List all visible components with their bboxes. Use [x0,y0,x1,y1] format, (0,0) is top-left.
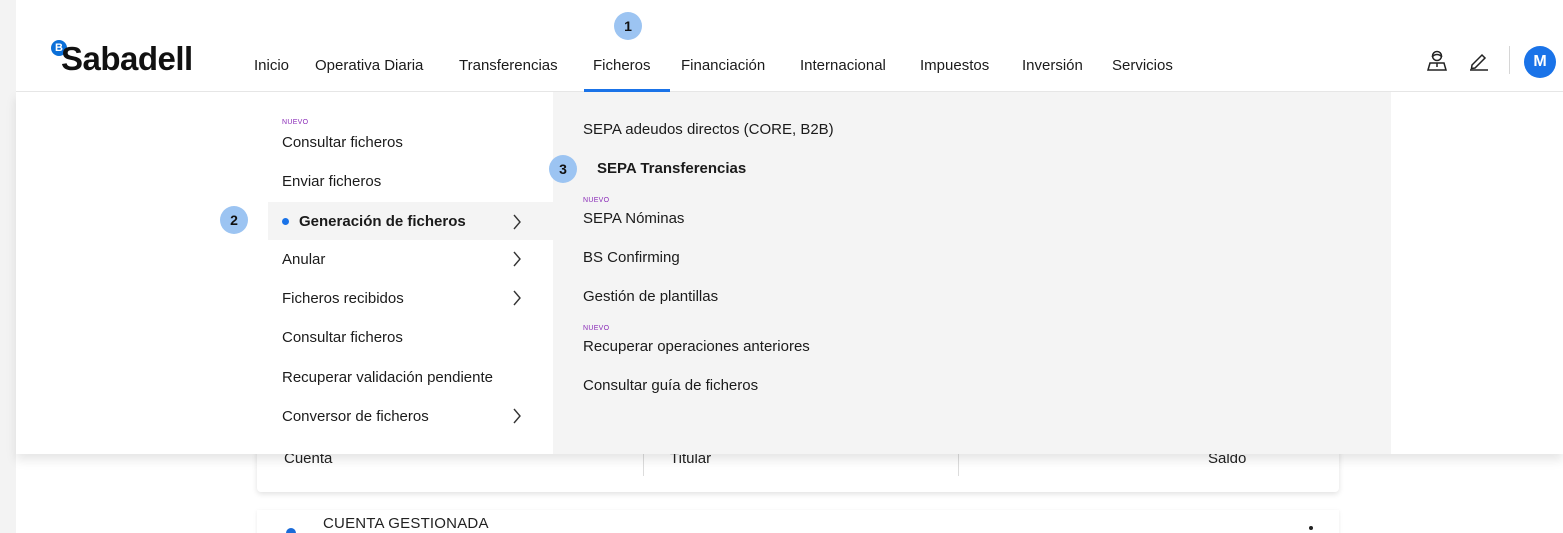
nav-operativa-diaria[interactable]: Operativa Diaria [315,57,423,74]
menu-item-consultar-ficheros-2[interactable]: Consultar ficheros [282,329,403,346]
new-badge: NUEVO [282,119,309,126]
menu-item-gestion-plantillas[interactable]: Gestión de plantillas [583,288,718,305]
user-avatar[interactable]: M [1524,46,1556,78]
new-badge: NUEVO [583,197,610,204]
column-divider [643,452,644,476]
nav-ficheros[interactable]: Ficheros [593,57,651,74]
active-indicator-dot [282,218,289,225]
chevron-right-icon [513,408,521,424]
step-marker-1: 1 [614,12,642,40]
nav-impuestos[interactable]: Impuestos [920,57,989,74]
account-type-label: CUENTA GESTIONADA [323,515,489,532]
more-options-icon[interactable] [1309,526,1313,530]
menu-item-sepa-transferencias[interactable]: SEPA Transferencias [597,160,746,177]
menu-item-enviar-ficheros[interactable]: Enviar ficheros [282,173,381,190]
menu-item-sepa-adeudos[interactable]: SEPA adeudos directos (CORE, B2B) [583,121,834,138]
logo-text: Sabadell [61,40,193,77]
new-badge: NUEVO [583,325,610,332]
account-status-dot [286,528,296,533]
nav-servicios[interactable]: Servicios [1112,57,1173,74]
menu-item-sepa-nominas[interactable]: SEPA Nóminas [583,210,684,227]
nav-financiacion[interactable]: Financiación [681,57,765,74]
chevron-right-icon [513,290,521,306]
step-marker-2: 2 [220,206,248,234]
menu-item-recuperar-operaciones[interactable]: Recuperar operaciones anteriores [583,338,810,355]
nav-internacional[interactable]: Internacional [800,57,886,74]
menu-item-label: Generación de ficheros [299,213,466,230]
chevron-right-icon [513,251,521,267]
nav-inicio[interactable]: Inicio [254,57,289,74]
generacion-submenu-panel [553,92,1391,454]
top-header [16,0,1563,92]
menu-item-consultar-guia[interactable]: Consultar guía de ficheros [583,377,758,394]
menu-item-ficheros-recibidos[interactable]: Ficheros recibidos [282,290,404,307]
user-manager-icon[interactable] [1425,48,1449,72]
chevron-right-icon [513,214,521,230]
edit-pencil-icon[interactable] [1467,48,1491,72]
header-divider [1509,46,1510,74]
menu-item-consultar-ficheros[interactable]: Consultar ficheros [282,134,403,151]
active-tab-indicator [584,89,670,92]
menu-item-bs-confirming[interactable]: BS Confirming [583,249,680,266]
menu-item-recuperar-validacion[interactable]: Recuperar validación pendiente [282,369,493,386]
nav-transferencias[interactable]: Transferencias [459,57,558,74]
menu-item-anular[interactable]: Anular [282,251,325,268]
menu-item-conversor-de-ficheros[interactable]: Conversor de ficheros [282,408,429,425]
menu-item-generacion-de-ficheros[interactable]: Generación de ficheros [268,202,553,240]
step-marker-3: 3 [549,155,577,183]
column-divider [958,452,959,476]
nav-inversion[interactable]: Inversión [1022,57,1083,74]
